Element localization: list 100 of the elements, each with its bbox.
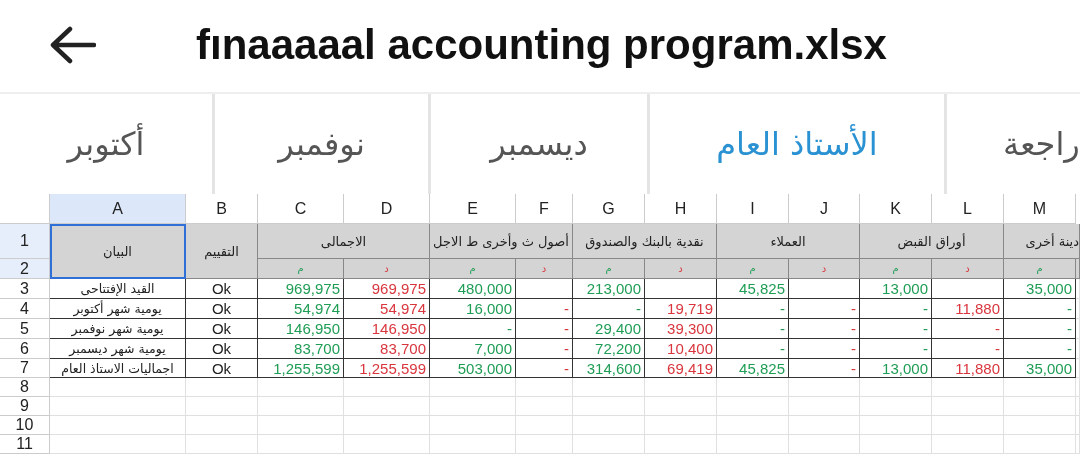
table-cell: - <box>789 359 860 378</box>
table-cell: 213,000 <box>573 279 645 299</box>
table-cell: - <box>1004 339 1076 359</box>
row-header[interactable]: 1 <box>0 224 50 259</box>
row-header[interactable]: 11 <box>0 435 50 454</box>
table-cell: 54,974 <box>344 299 430 319</box>
table-cell: - <box>717 339 789 359</box>
header-cell: م <box>258 259 344 279</box>
column-header[interactable]: I <box>717 194 789 224</box>
back-arrow-icon[interactable] <box>48 25 96 65</box>
table-cell: - <box>932 339 1004 359</box>
table-cell: 39,300 <box>645 319 717 339</box>
header-cell: العملاء <box>717 224 860 259</box>
row-header[interactable]: 2 <box>0 259 50 279</box>
header-cell: نقدية بالبنك والصندوق <box>573 224 717 259</box>
table-cell: Ok <box>186 319 258 339</box>
table-cell: 503,000 <box>430 359 516 378</box>
table-cell: - <box>789 319 860 339</box>
table-cell: - <box>789 299 860 319</box>
header-cell: د <box>645 259 717 279</box>
header-cell: التقييم <box>186 224 258 279</box>
table-cell: 13,000 <box>860 279 932 299</box>
row-header[interactable]: 9 <box>0 397 50 416</box>
header-cell: د <box>789 259 860 279</box>
table-cell: 45,825 <box>717 279 789 299</box>
header-cell: م <box>1004 259 1076 279</box>
sheet-tab[interactable]: راجعة <box>944 94 1080 194</box>
row-header[interactable]: 10 <box>0 416 50 435</box>
table-cell: 29,400 <box>573 319 645 339</box>
table-cell: - <box>516 339 573 359</box>
table-cell: 314,600 <box>573 359 645 378</box>
table-cell: - <box>516 319 573 339</box>
header-cell: البيان <box>50 224 186 279</box>
table-cell: 969,975 <box>258 279 344 299</box>
row-header[interactable]: 5 <box>0 319 50 339</box>
column-header[interactable]: F <box>516 194 573 224</box>
table-cell: 969,975 <box>344 279 430 299</box>
table-cell: 69,419 <box>645 359 717 378</box>
table-cell: 11,880 <box>932 299 1004 319</box>
table-cell: 83,700 <box>344 339 430 359</box>
table-cell: يومية شهر ديسمبر <box>50 339 186 359</box>
column-header[interactable]: K <box>860 194 932 224</box>
table-cell: - <box>430 319 516 339</box>
column-header[interactable]: G <box>573 194 645 224</box>
column-header[interactable]: L <box>932 194 1004 224</box>
header-cell: م <box>860 259 932 279</box>
row-header[interactable]: 8 <box>0 378 50 397</box>
table-cell: - <box>717 319 789 339</box>
table-cell: يومية شهر أكتوبر <box>50 299 186 319</box>
header-cell: دينة أخرى <box>1004 224 1080 259</box>
table-cell: القيد الإفتتاحى <box>50 279 186 299</box>
column-header[interactable]: D <box>344 194 430 224</box>
header-cell: الاجمالى <box>258 224 430 259</box>
column-header[interactable]: H <box>645 194 717 224</box>
column-header[interactable]: B <box>186 194 258 224</box>
table-cell: Ok <box>186 299 258 319</box>
file-title: fınaaaaal accounting program.xlsx <box>196 21 887 69</box>
table-cell: - <box>860 319 932 339</box>
table-cell: 480,000 <box>430 279 516 299</box>
column-header[interactable]: J <box>789 194 860 224</box>
column-header[interactable]: E <box>430 194 516 224</box>
row-header[interactable]: 3 <box>0 279 50 299</box>
table-cell: - <box>516 359 573 378</box>
column-header[interactable]: M <box>1004 194 1076 224</box>
table-cell: يومية شهر نوفمبر <box>50 319 186 339</box>
table-cell: 35,000 <box>1004 279 1076 299</box>
table-cell: Ok <box>186 279 258 299</box>
row-header[interactable]: 4 <box>0 299 50 319</box>
table-cell: 7,000 <box>430 339 516 359</box>
table-cell: 45,825 <box>717 359 789 378</box>
table-cell: 11,880 <box>932 359 1004 378</box>
table-cell: 13,000 <box>860 359 932 378</box>
header-cell: م <box>430 259 516 279</box>
table-cell: 10,400 <box>645 339 717 359</box>
table-cell: - <box>1004 299 1076 319</box>
column-header[interactable]: C <box>258 194 344 224</box>
table-cell: 72,200 <box>573 339 645 359</box>
column-header[interactable]: A <box>50 194 186 224</box>
header-cell: أصول ث وأخرى ط الاجل <box>430 224 573 259</box>
row-header[interactable]: 6 <box>0 339 50 359</box>
table-cell: - <box>1004 319 1076 339</box>
table-cell: 83,700 <box>258 339 344 359</box>
table-cell: 54,974 <box>258 299 344 319</box>
table-cell: - <box>860 339 932 359</box>
header-cell: د <box>932 259 1004 279</box>
table-cell: - <box>573 299 645 319</box>
header-cell: م <box>717 259 789 279</box>
table-cell: Ok <box>186 339 258 359</box>
table-cell: 146,950 <box>258 319 344 339</box>
table-cell: 1,255,599 <box>344 359 430 378</box>
table-cell: - <box>789 339 860 359</box>
table-cell: Ok <box>186 359 258 378</box>
table-cell: - <box>717 299 789 319</box>
header-cell: د <box>344 259 430 279</box>
table-cell: 1,255,599 <box>258 359 344 378</box>
table-cell: - <box>860 299 932 319</box>
table-cell: 19,719 <box>645 299 717 319</box>
table-cell: 35,000 <box>1004 359 1076 378</box>
row-header[interactable]: 7 <box>0 359 50 378</box>
header-cell: م <box>573 259 645 279</box>
